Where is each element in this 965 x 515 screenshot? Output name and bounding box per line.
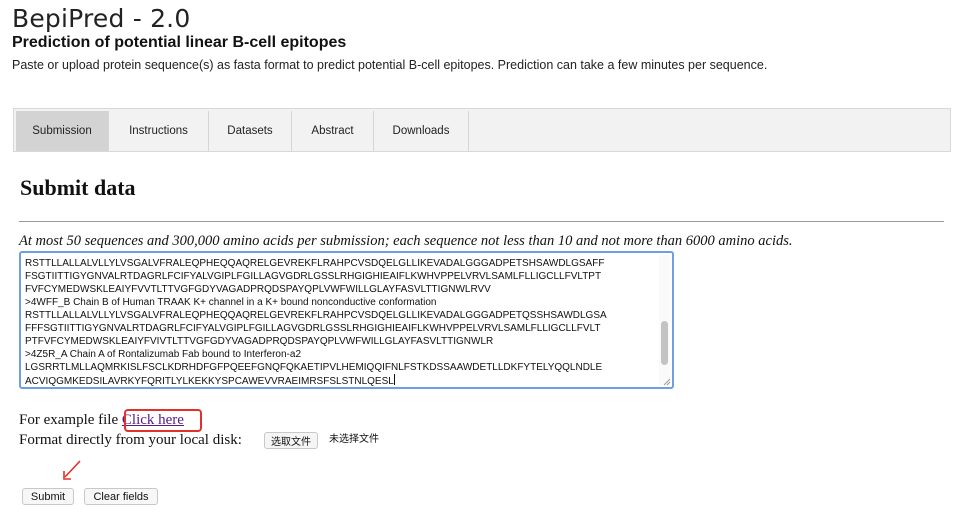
sequence-line: FVFCYMEDWSKLEAIYFVVTLTTVGFGDYVAGADPRQDSP… (25, 284, 491, 295)
tab-instructions[interactable]: Instructions (109, 111, 209, 151)
sequence-line: FSGTIITTIGYGNVALRTDAGRLFCIFYALVGIPLFGILL… (25, 271, 602, 282)
clear-fields-button[interactable]: Clear fields (84, 488, 158, 505)
section-title: Submit data (20, 175, 136, 200)
site-logo: BepiPred - 2.0 (12, 4, 191, 33)
choose-file-button[interactable]: 选取文件 (264, 432, 318, 449)
sequence-line-last: ACVIQGMKEDSILAVRKYFQRITLYLKEKKYSPCAWEVVR… (25, 374, 654, 387)
sequence-line: PTFVFCYMEDWSKLEAIYFVIVTLTTVGFGDYVAGADPRQ… (25, 336, 494, 347)
sequence-line: FFFSGTIITTIGYGNVALRTDAGRLFCIFYALVGIPLFGI… (25, 323, 601, 334)
page-description: Paste or upload protein sequence(s) as f… (12, 58, 768, 72)
upload-label: Format directly from your local disk: (19, 432, 242, 448)
tab-downloads[interactable]: Downloads (374, 111, 469, 151)
sequence-line: >4Z5R_A Chain A of Rontalizumab Fab boun… (25, 349, 302, 360)
resize-grip-icon[interactable] (663, 378, 671, 386)
sequence-textarea[interactable]: RSTTLLALLALVLLYLVSGALVFRALEQPHEQQAQRELGE… (19, 251, 674, 389)
scrollbar-track[interactable] (659, 255, 670, 385)
red-arrow-icon (63, 460, 81, 480)
tab-submission[interactable]: Submission (16, 111, 109, 151)
sequence-line: LGSRRTLMLLAQMRKISLFSCLKDRHDFGFPQEEFGNQFQ… (25, 362, 603, 373)
sequence-line: >4WFF_B Chain B of Human TRAAK K+ channe… (25, 297, 437, 308)
submission-limits-note: At most 50 sequences and 300,000 amino a… (19, 233, 793, 249)
page-subtitle: Prediction of potential linear B-cell ep… (12, 34, 347, 51)
sequence-text: RSTTLLALLALVLLYLVSGALVFRALEQPHEQQAQRELGE… (25, 257, 654, 387)
tab-bar: Submission Instructions Datasets Abstrac… (13, 108, 951, 152)
divider (19, 221, 944, 222)
link-highlight-annotation (124, 409, 202, 432)
sequence-line: RSTTLLALLALVLLYLVSGALVFRALEQPHEQQAQRELGE… (25, 258, 605, 269)
tab-datasets[interactable]: Datasets (209, 111, 292, 151)
tab-abstract[interactable]: Abstract (292, 111, 374, 151)
file-status-text: 未选择文件 (329, 434, 379, 445)
sequence-line: RSTTLLALLALVLLYLVSGALVFRALEQPHEQQAQRELGE… (25, 310, 607, 321)
text-cursor (393, 374, 395, 385)
submit-button[interactable]: Submit (22, 488, 74, 505)
sequence-line-text: ACVIQGMKEDSILAVRKYFQRITLYLKEKKYSPCAWEVVR… (25, 376, 394, 387)
scrollbar-thumb[interactable] (661, 321, 668, 365)
example-file-label: For example file (19, 412, 119, 428)
